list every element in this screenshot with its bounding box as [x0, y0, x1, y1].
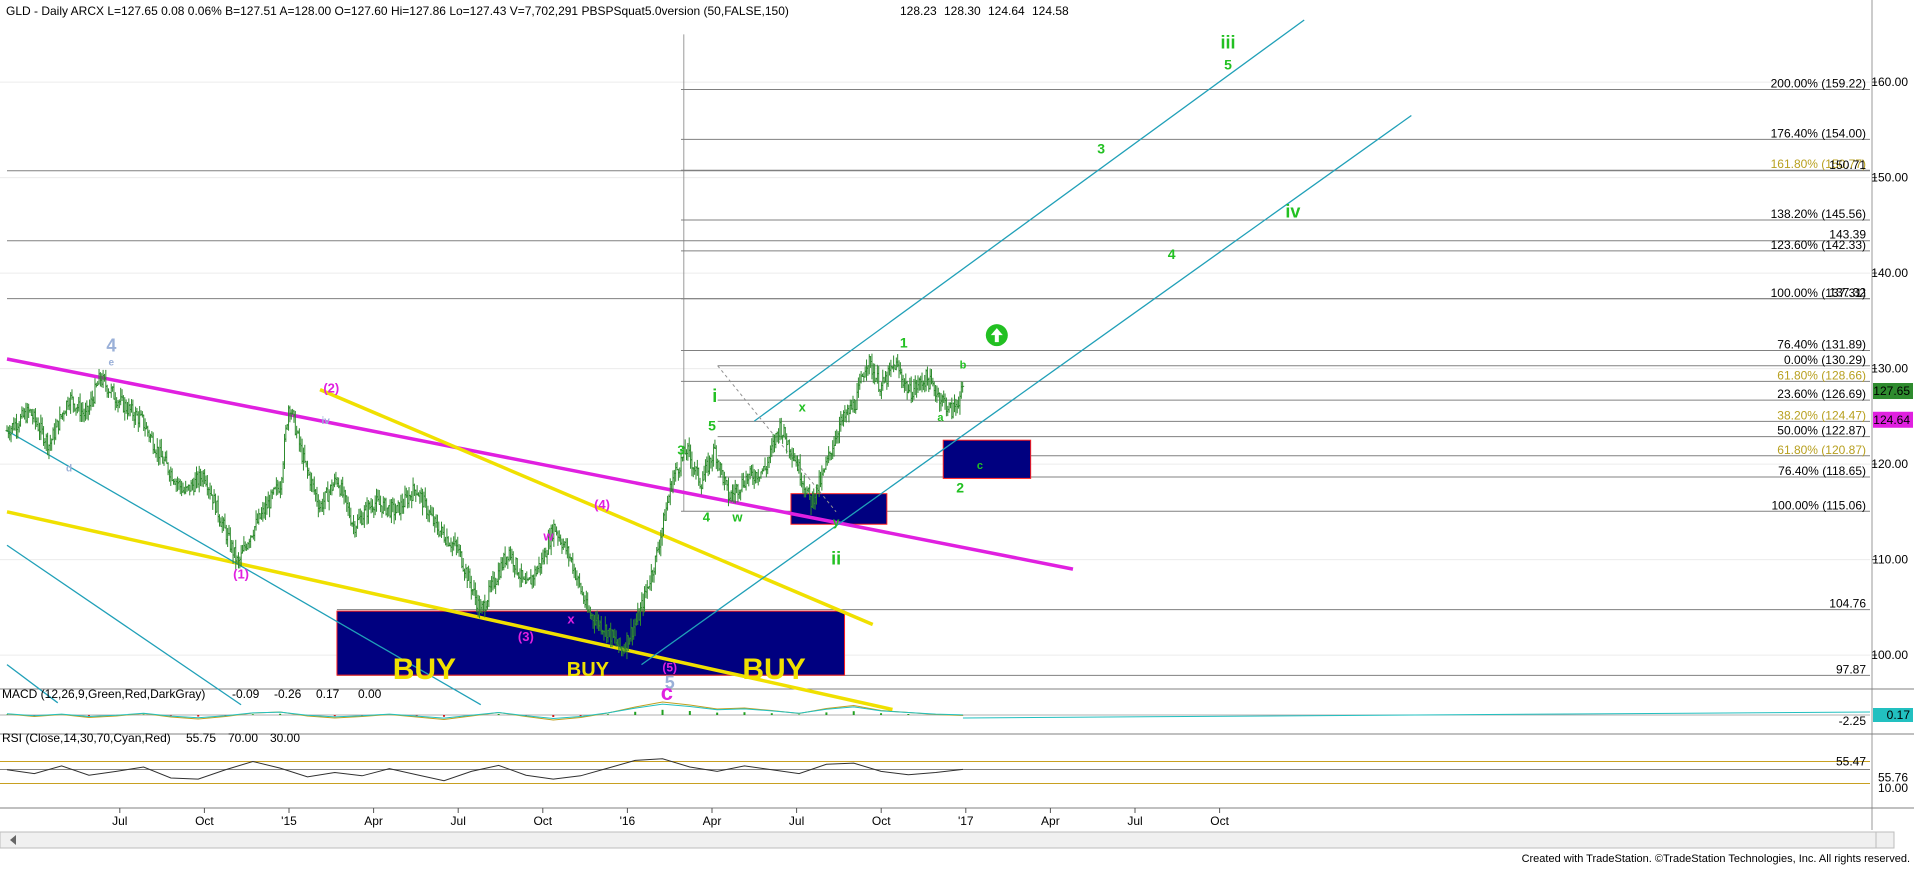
chart-root: GLD - Daily ARCX L=127.65 0.08 0.06% B=1…: [0, 0, 1914, 866]
x-tick-label: Apr: [1041, 814, 1060, 828]
wave-label: iv: [321, 416, 330, 427]
header-value: 124.58: [1032, 4, 1069, 18]
fib-level-label: 138.20% (145.56): [1771, 207, 1866, 221]
x-tick-label: Oct: [1210, 814, 1229, 828]
wave-label: y: [833, 515, 840, 529]
pane-header-value: -0.26: [274, 687, 302, 701]
symbol-header: GLD - Daily ARCX L=127.65 0.08 0.06% B=1…: [6, 4, 789, 18]
pane-header-value: 30.00: [270, 731, 300, 745]
buy-label: BUY: [567, 659, 610, 681]
x-tick-label: '17: [958, 814, 974, 828]
wave-label: 5: [1224, 57, 1232, 73]
fib-level-label: 97.87: [1836, 662, 1866, 676]
fib-level-label: 100.00% (137.31): [1771, 286, 1866, 300]
fib-level-label: 123.60% (142.33): [1771, 238, 1866, 252]
wave-label: i: [712, 386, 717, 406]
rsi-title: RSI (Close,14,30,70,Cyan,Red): [2, 731, 171, 745]
wave-label: w: [542, 528, 554, 543]
x-tick-label: Jul: [789, 814, 804, 828]
wave-label: w: [731, 509, 743, 524]
wave-label: (2): [323, 380, 339, 395]
x-tick-label: Oct: [533, 814, 552, 828]
x-tick-label: '16: [620, 814, 636, 828]
header-value: 124.64: [988, 4, 1025, 18]
price-tick-label: 150.00: [1871, 171, 1908, 185]
price-tick-label: 100.00: [1871, 648, 1908, 662]
x-tick-label: Oct: [872, 814, 891, 828]
fib-level-label: 150.71: [1829, 158, 1866, 172]
wave-label: a: [937, 412, 944, 424]
macd-side-label: -2.25: [1839, 714, 1867, 728]
buy-label: BUY: [742, 653, 805, 686]
fib-level-label: 100.00% (115.06): [1771, 498, 1866, 512]
pane-header-value: 70.00: [228, 731, 258, 745]
price-tick-label: 160.00: [1871, 75, 1908, 89]
x-tick-label: '15: [281, 814, 297, 828]
fib-level-label: 61.80% (120.87): [1777, 443, 1866, 457]
support-box-2: [942, 439, 1032, 479]
pane-header-value: -0.09: [232, 687, 260, 701]
x-tick-label: Oct: [195, 814, 214, 828]
wave-label: 4: [1168, 246, 1176, 262]
wave-label: x: [799, 400, 807, 415]
macd-side-label: 0.17: [1887, 708, 1911, 722]
header-value: 128.30: [944, 4, 981, 18]
macd-title: MACD (12,26,9,Green,Red,DarkGray): [2, 687, 205, 701]
fib-level-label: 76.40% (118.65): [1778, 464, 1866, 478]
pane-header-value: 0.00: [358, 687, 382, 701]
fib-level-label: 50.00% (122.87): [1777, 424, 1866, 438]
wave-label: 3: [1097, 141, 1105, 157]
wave-label: x: [567, 612, 575, 627]
wave-label: 4: [106, 335, 116, 355]
wave-label: 5: [665, 673, 675, 693]
price-tick-label: 110.00: [1872, 553, 1908, 567]
wave-label: (4): [594, 497, 610, 512]
price-side-label: 127.65: [1873, 384, 1910, 398]
fib-level-label: 176.40% (154.00): [1771, 126, 1866, 140]
wave-label: ii: [831, 548, 841, 568]
wave-label: d: [66, 464, 72, 475]
wave-label: (1): [233, 567, 249, 582]
up-arrow-icon: [985, 324, 1008, 347]
wave-label: e: [109, 358, 115, 369]
tradestation-chart: GLD - Daily ARCX L=127.65 0.08 0.06% B=1…: [0, 0, 1914, 866]
pane-header-value: 55.75: [186, 731, 216, 745]
rsi-side-label: 55.47: [1836, 754, 1866, 768]
header-value: 128.23: [900, 4, 937, 18]
x-tick-label: Jul: [112, 814, 127, 828]
x-tick-label: Apr: [703, 814, 722, 828]
wave-label: iv: [1285, 202, 1300, 222]
fib-level-label: 61.80% (128.66): [1777, 368, 1866, 382]
rsi-header-values: 55.75 70.00 30.00: [186, 731, 300, 745]
wave-label: iii: [1221, 33, 1236, 53]
wave-label: 2: [956, 480, 964, 496]
fib-level-label: 104.76: [1829, 597, 1866, 611]
price-tick-label: 120.00: [1871, 457, 1908, 471]
buy-label: BUY: [393, 653, 456, 686]
horizontal-scrollbar[interactable]: [0, 831, 1895, 849]
wave-label: b: [960, 360, 967, 372]
wave-label: c: [977, 460, 983, 472]
footer-credit: Created with TradeStation. ©TradeStation…: [1522, 853, 1910, 865]
fib-level-label: 38.20% (124.47): [1777, 408, 1866, 422]
wave-label: (3): [518, 629, 534, 644]
fib-level-label: 76.40% (131.89): [1777, 338, 1866, 352]
price-side-label: 124.64: [1873, 413, 1910, 427]
fib-level-label: 0.00% (130.29): [1784, 353, 1866, 367]
fib-level-label: 23.60% (126.69): [1777, 387, 1866, 401]
rsi-side-label: 10.00: [1878, 781, 1908, 795]
wave-label: 5: [708, 418, 716, 434]
price-tick-label: 140.00: [1871, 266, 1908, 280]
wave-label: 1: [900, 335, 908, 351]
x-tick-label: Jul: [451, 814, 466, 828]
wave-label: 3: [677, 443, 684, 458]
fib-level-label: 200.00% (159.22): [1771, 77, 1866, 91]
x-tick-label: Jul: [1127, 814, 1142, 828]
scroll-end-button[interactable]: [1875, 831, 1895, 849]
wave-label: 4: [703, 509, 711, 524]
x-tick-label: Apr: [364, 814, 383, 828]
pane-header-value: 0.17: [316, 687, 340, 701]
price-tick-label: 130.00: [1871, 362, 1908, 376]
